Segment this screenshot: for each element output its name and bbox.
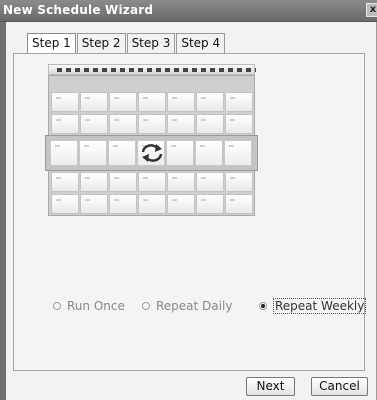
radio-button-icon[interactable] xyxy=(259,302,267,310)
calendar-cell xyxy=(138,172,166,192)
calendar-cell xyxy=(167,92,195,112)
window-title: New Schedule Wizard xyxy=(3,3,154,17)
calendar-cell xyxy=(80,194,108,214)
calendar-cell xyxy=(167,172,195,192)
cancel-button[interactable]: Cancel xyxy=(311,377,368,396)
calendar-cell xyxy=(51,92,79,112)
calendar-cell xyxy=(51,194,79,214)
calendar-cell xyxy=(224,140,252,166)
calendar-rings xyxy=(57,68,256,72)
calendar-header xyxy=(48,64,256,75)
repeat-weekly-label: Repeat Weekly xyxy=(273,298,367,314)
calendar-cell xyxy=(51,172,79,192)
refresh-icon xyxy=(141,144,163,162)
calendar-cell xyxy=(109,114,137,134)
calendar-cell xyxy=(50,140,78,166)
repeat-daily-radio[interactable]: Repeat Daily xyxy=(142,298,232,314)
calendar-cell xyxy=(225,114,253,134)
calendar-cell xyxy=(196,172,224,192)
repeat-daily-label: Repeat Daily xyxy=(156,299,233,313)
calendar-cell xyxy=(80,172,108,192)
calendar-cell xyxy=(109,92,137,112)
radio-button-icon[interactable] xyxy=(142,302,150,310)
calendar-cell xyxy=(109,194,137,214)
window-left-border xyxy=(0,22,6,400)
calendar-cell xyxy=(225,194,253,214)
calendar-cell xyxy=(79,140,107,166)
tab-step-2[interactable]: Step 2 xyxy=(76,33,126,53)
calendar-cell xyxy=(80,114,108,134)
calendar-cell xyxy=(138,114,166,134)
close-icon[interactable]: x xyxy=(366,3,377,17)
run-once-label: Run Once xyxy=(67,299,125,313)
calendar-cell xyxy=(51,114,79,134)
calendar-cell xyxy=(138,92,166,112)
title-bar[interactable]: New Schedule Wizard x xyxy=(0,0,377,22)
next-button[interactable]: Next xyxy=(246,377,295,396)
calendar-cell xyxy=(138,194,166,214)
run-once-radio[interactable]: Run Once xyxy=(53,298,125,314)
calendar-cell xyxy=(108,140,136,166)
calendar-cell xyxy=(195,140,223,166)
radio-button-icon[interactable] xyxy=(53,302,61,310)
tab-step-4[interactable]: Step 4 xyxy=(176,33,226,53)
calendar-cell xyxy=(225,172,253,192)
calendar-cell xyxy=(80,92,108,112)
tab-step-3[interactable]: Step 3 xyxy=(126,33,176,53)
calendar-cell xyxy=(225,92,253,112)
calendar-cell xyxy=(167,194,195,214)
calendar-cell xyxy=(109,172,137,192)
wizard-window: New Schedule Wizard x Step 1 Step 2 Step… xyxy=(0,0,377,400)
calendar-cell xyxy=(196,114,224,134)
calendar-illustration xyxy=(44,64,259,216)
repeat-weekly-radio[interactable]: Repeat Weekly xyxy=(259,298,367,314)
calendar-cell xyxy=(166,140,194,166)
calendar-cell xyxy=(196,92,224,112)
calendar-cell xyxy=(167,114,195,134)
calendar-cell xyxy=(196,194,224,214)
tab-step-1[interactable]: Step 1 xyxy=(27,33,76,54)
schedule-options: Run Once Repeat Daily Repeat Weekly xyxy=(53,298,367,314)
step-tabs: Step 1 Step 2 Step 3 Step 4 xyxy=(27,33,226,54)
